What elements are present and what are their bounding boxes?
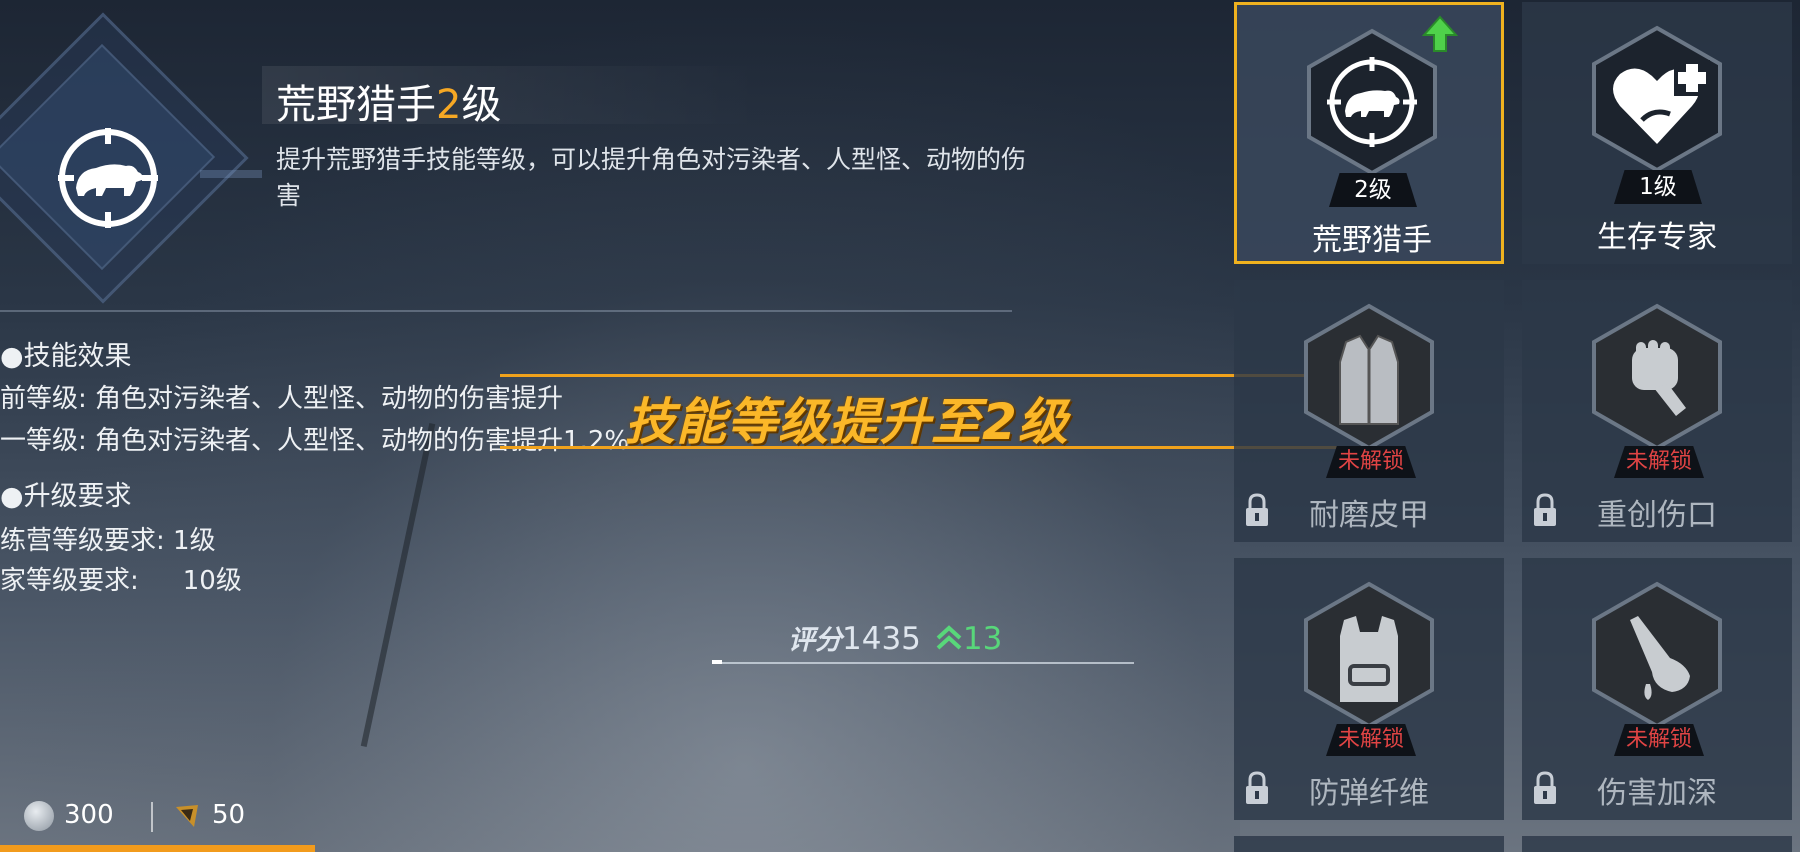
score-tick — [712, 660, 722, 664]
armor-plate-icon — [1304, 581, 1434, 729]
skill-name-label: 荒野猎手 — [1312, 223, 1432, 258]
score-display: 评分1435 13 — [788, 618, 1002, 657]
skill-description: 提升荒野猎手技能等级，可以提升角色对污染者、人型怪、动物的伤害 — [276, 145, 1027, 210]
gem-counter: 50 — [172, 800, 245, 831]
bear-crosshair-icon — [58, 128, 158, 228]
skill-name-label: 防弹纤维 — [1309, 776, 1429, 811]
divider — [0, 310, 1012, 312]
score-value: 1435 — [842, 621, 921, 657]
currency-separator — [151, 802, 153, 832]
bottom-action-bar[interactable] — [0, 845, 315, 852]
level-badge: 1级 — [1614, 170, 1702, 204]
vest-icon — [1304, 303, 1434, 451]
bleeding-hand-icon — [1592, 581, 1722, 729]
skill-level-number: 2 — [436, 82, 462, 128]
locked-status-badge: 未解锁 — [1326, 724, 1416, 756]
score-underline — [722, 662, 1134, 664]
requirements-header: ●升级要求 — [0, 481, 132, 512]
banner-line-top — [500, 374, 1340, 377]
skill-name: 荒野猎手 — [276, 82, 436, 128]
score-label: 评分 — [788, 625, 842, 656]
skill-cell-partial[interactable] — [1522, 836, 1792, 852]
skill-emblem — [0, 12, 270, 304]
skill-cell-partial[interactable] — [1234, 836, 1504, 852]
fist-icon — [1592, 303, 1722, 451]
emblem-wing — [200, 170, 262, 178]
effects-header: ●技能效果 — [0, 341, 132, 372]
double-chevron-up-icon — [936, 625, 962, 650]
skill-cell-damage-deepen[interactable]: 未解锁 伤害加深 — [1522, 558, 1792, 820]
skill-name-label: 重创伤口 — [1597, 498, 1717, 533]
skill-cell-wild-hunter[interactable]: 2级 荒野猎手 — [1234, 2, 1504, 264]
skill-name-label: 耐磨皮甲 — [1309, 498, 1429, 533]
skill-name-label: 生存专家 — [1597, 220, 1717, 255]
player-level-requirement: 家等级要求: 10级 — [0, 566, 242, 596]
camp-level-requirement: 练营等级要求: 1级 — [0, 526, 216, 556]
score-increase: 13 — [935, 621, 1002, 657]
skill-name-label: 伤害加深 — [1597, 776, 1717, 811]
locked-status-badge: 未解锁 — [1326, 446, 1416, 478]
locked-status-badge: 未解锁 — [1614, 446, 1704, 478]
skill-level-suffix: 级 — [461, 82, 502, 128]
heart-plus-icon — [1592, 25, 1722, 173]
level-up-banner: 技能等级提升至2级 — [625, 393, 1069, 451]
skill-cell-survival-expert[interactable]: 1级 生存专家 — [1522, 2, 1792, 264]
effect-current-level: 前等级: 角色对污染者、人型怪、动物的伤害提升 — [0, 384, 564, 414]
upgrade-arrow-icon — [1422, 15, 1458, 52]
coin-counter: 300 — [24, 800, 114, 831]
skill-title: 荒野猎手2级 — [276, 72, 501, 130]
coin-icon — [24, 800, 54, 831]
skill-cell-heavy-wound[interactable]: 未解锁 重创伤口 — [1522, 280, 1792, 542]
locked-status-badge: 未解锁 — [1614, 724, 1704, 756]
gem-icon — [176, 804, 198, 827]
level-badge: 2级 — [1329, 173, 1417, 207]
skill-cell-bulletproof-fiber[interactable]: 未解锁 防弹纤维 — [1234, 558, 1504, 820]
skill-cell-durable-armor[interactable]: 未解锁 耐磨皮甲 — [1234, 280, 1504, 542]
effect-next-level: 一等级: 角色对污染者、人型怪、动物的伤害提升1.2% — [0, 426, 630, 456]
